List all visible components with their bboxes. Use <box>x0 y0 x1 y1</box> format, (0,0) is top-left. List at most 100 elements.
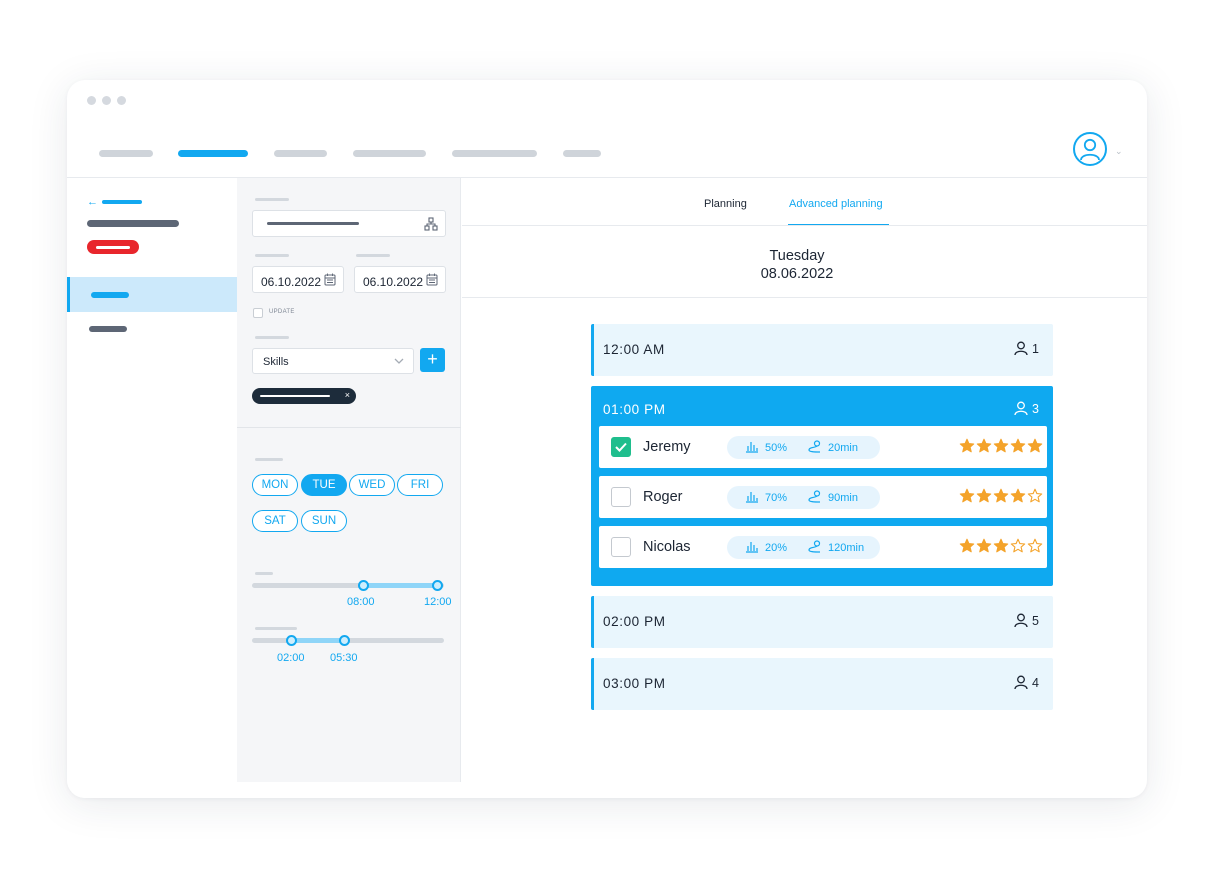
window-controls <box>87 96 126 105</box>
back-link[interactable]: ← <box>87 196 142 208</box>
sidebar: ← <box>67 178 237 798</box>
day-chip-tue[interactable]: TUE <box>301 474 347 496</box>
calendar-icon <box>426 273 438 286</box>
user-avatar[interactable] <box>1073 132 1107 166</box>
person-icon <box>1014 675 1028 690</box>
slot-time: 12:00 AM <box>603 342 665 357</box>
person-name: Jeremy <box>643 439 691 455</box>
arrow-left-icon: ← <box>87 196 98 208</box>
hours-slider-range <box>363 583 438 588</box>
nav-item-3[interactable] <box>274 150 327 157</box>
tab-advanced-planning[interactable]: Advanced planning <box>789 198 883 210</box>
route-icon <box>808 490 821 503</box>
close-icon[interactable]: × <box>345 390 350 400</box>
star-empty-icon <box>1027 488 1043 503</box>
add-skill-button[interactable]: + <box>420 348 445 372</box>
slot-time: 02:00 PM <box>603 614 666 629</box>
tab-planning[interactable]: Planning <box>704 198 747 210</box>
hours-slider-max-thumb[interactable] <box>432 580 443 591</box>
star-filled-icon <box>976 538 992 553</box>
person-duration: 90min <box>828 492 858 504</box>
slot-count: 5 <box>1014 613 1039 628</box>
update-checkbox[interactable] <box>253 308 263 318</box>
person-duration: 20min <box>828 442 858 454</box>
team-field-label <box>255 198 289 201</box>
time-slot[interactable]: 02:00 PM 5 <box>591 596 1053 648</box>
skills-select[interactable]: Skills <box>252 348 414 374</box>
day-chip-sat[interactable]: SAT <box>252 510 298 532</box>
person-icon <box>1014 613 1028 628</box>
duration-slider-max-thumb[interactable] <box>339 635 350 646</box>
nav-item-4[interactable] <box>353 150 426 157</box>
person-icon <box>1014 341 1028 356</box>
status-badge <box>87 240 139 254</box>
star-filled-icon <box>959 488 975 503</box>
window-dot-minimize[interactable] <box>102 96 111 105</box>
time-slot[interactable]: 12:00 AM 1 <box>591 324 1053 376</box>
duration-slider-max-value: 05:30 <box>330 652 358 664</box>
star-empty-icon <box>1027 538 1043 553</box>
days-label <box>255 458 283 461</box>
hours-slider-min-value: 08:00 <box>347 596 375 608</box>
hours-slider-max-value: 12:00 <box>424 596 452 608</box>
sidebar-title <box>87 220 179 227</box>
star-filled-icon <box>959 538 975 553</box>
day-chip-wed[interactable]: WED <box>349 474 395 496</box>
nav-item-5[interactable] <box>452 150 537 157</box>
duration-slider-min-thumb[interactable] <box>286 635 297 646</box>
app-window: ⌄ ← 06.10.2022 06.10.2022 UPDATE Skills … <box>67 80 1147 798</box>
team-select[interactable] <box>252 210 446 237</box>
nav-item-2-active[interactable] <box>178 150 248 157</box>
window-dot-maximize[interactable] <box>117 96 126 105</box>
day-chip-fri[interactable]: FRI <box>397 474 443 496</box>
person-row[interactable]: Roger 70% 90min <box>599 476 1047 518</box>
window-dot-close[interactable] <box>87 96 96 105</box>
person-checkbox[interactable] <box>611 487 631 507</box>
nav-item-6[interactable] <box>563 150 601 157</box>
person-checkbox[interactable] <box>611 537 631 557</box>
slot-count: 4 <box>1014 675 1039 690</box>
date-from-field[interactable]: 06.10.2022 <box>252 266 344 293</box>
person-stats: 70% 90min <box>727 486 880 509</box>
skills-field-label <box>255 336 289 339</box>
chevron-down-icon <box>394 358 404 364</box>
person-percent: 50% <box>765 442 788 454</box>
person-checkbox[interactable] <box>611 437 631 457</box>
nav-item-1[interactable] <box>99 150 153 157</box>
person-row[interactable]: Jeremy 50% 20min <box>599 426 1047 468</box>
star-filled-icon <box>993 488 1009 503</box>
slot-count-value: 5 <box>1032 613 1039 628</box>
filters-panel: 06.10.2022 06.10.2022 UPDATE Skills + × … <box>237 178 461 782</box>
day-chip-mon[interactable]: MON <box>252 474 298 496</box>
star-filled-icon <box>976 488 992 503</box>
sidebar-item-active[interactable] <box>67 277 237 312</box>
day-chip-sun[interactable]: SUN <box>301 510 347 532</box>
slot-count: 1 <box>1014 341 1039 356</box>
person-icon <box>1014 401 1028 416</box>
date-from-label <box>255 254 289 257</box>
back-link-label <box>102 200 142 204</box>
date-to-label <box>356 254 390 257</box>
duration-slider-range <box>292 638 345 643</box>
route-icon <box>808 540 821 553</box>
date-to-field[interactable]: 06.10.2022 <box>354 266 446 293</box>
hours-slider-min-thumb[interactable] <box>358 580 369 591</box>
slot-count-value: 4 <box>1032 675 1039 690</box>
chevron-down-icon[interactable]: ⌄ <box>1115 146 1123 157</box>
person-name: Roger <box>643 489 683 505</box>
star-filled-icon <box>993 438 1009 453</box>
star-filled-icon <box>1010 438 1026 453</box>
selected-date: 08.06.2022 <box>760 266 834 282</box>
selected-weekday: Tuesday <box>769 248 825 264</box>
bar-chart-icon <box>746 442 758 453</box>
time-slot-expanded[interactable]: 01:00 PM 3 Jeremy 50% 20min Roger 70% 90… <box>591 386 1053 586</box>
hours-slider-label <box>255 572 273 575</box>
person-stats: 20% 120min <box>727 536 880 559</box>
star-filled-icon <box>993 538 1009 553</box>
hierarchy-icon <box>424 217 438 231</box>
time-slot[interactable]: 03:00 PM 4 <box>591 658 1053 710</box>
user-icon <box>1080 138 1100 161</box>
person-row[interactable]: Nicolas 20% 120min <box>599 526 1047 568</box>
sidebar-item[interactable] <box>89 326 127 332</box>
update-label: UPDATE <box>269 309 295 315</box>
